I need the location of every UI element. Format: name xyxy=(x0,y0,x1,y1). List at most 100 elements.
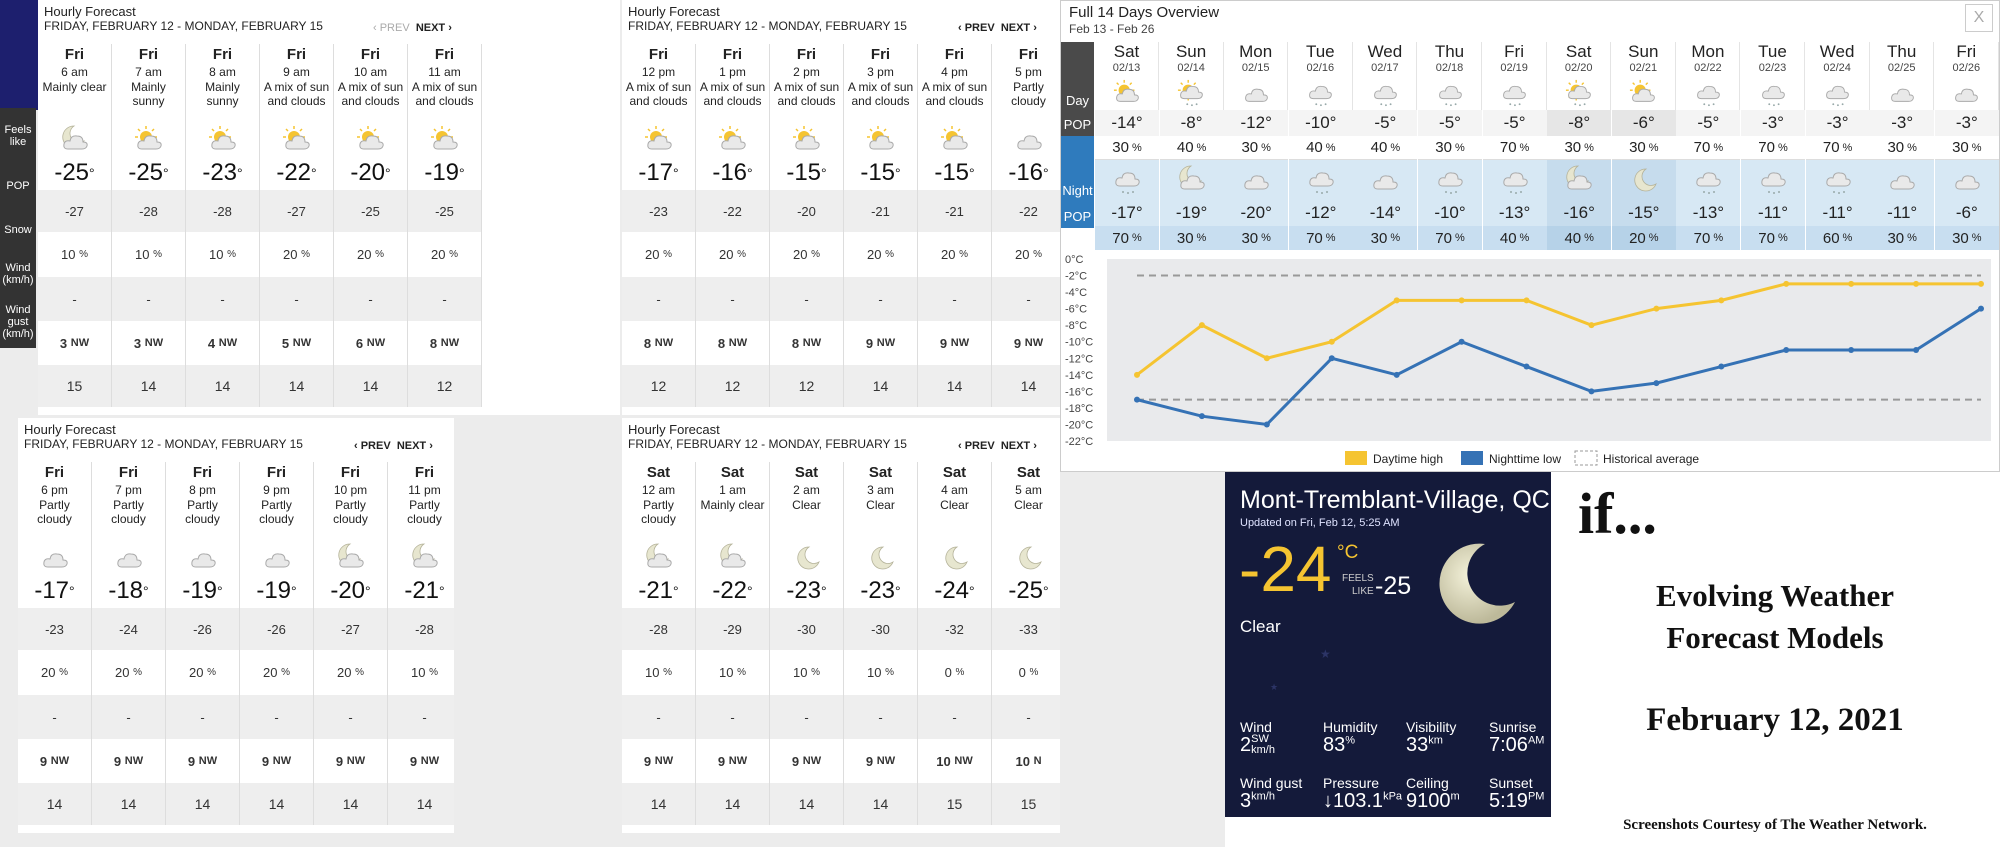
sun-cloud-icon xyxy=(622,124,695,156)
hour-time: 10 pm xyxy=(333,483,368,497)
hour-wind-gust: 14 xyxy=(918,365,991,407)
hour-time: 8 pm xyxy=(189,483,216,497)
pressure-label: Pressure xyxy=(1323,775,1380,791)
hour-condition: Partly cloudy xyxy=(111,498,146,526)
hour-pop: 20 % xyxy=(941,247,968,262)
hour-day: Fri xyxy=(796,45,817,63)
day-pop: 30% xyxy=(1224,136,1289,160)
moon-cloud-icon xyxy=(1547,160,1611,200)
hour-condition: Clear xyxy=(940,498,969,512)
day-pop: 30% xyxy=(1547,136,1612,160)
day-pop: 40% xyxy=(1159,136,1224,160)
hour-pop: 0 % xyxy=(1018,665,1039,680)
hour-wind-gust: 14 xyxy=(844,365,917,407)
sunrise-label: Sunrise xyxy=(1489,719,1537,735)
hour-pop: 10 % xyxy=(411,665,438,680)
hour-pop: 10 % xyxy=(867,665,894,680)
hour-pop: 20 % xyxy=(357,247,384,262)
day-high: -10° xyxy=(1288,110,1353,136)
night-pop: 40% xyxy=(1547,226,1612,250)
hour-day: Fri xyxy=(192,463,213,481)
daytime-high-legend-swatch xyxy=(1345,451,1367,465)
hour-wind-gust: 14 xyxy=(622,783,695,825)
hour-column: Fri 9 am A mix of sun and clouds -22 ° -2… xyxy=(260,44,334,407)
y-tick-label: -16°C xyxy=(1065,386,1093,398)
moon-icon xyxy=(1612,160,1676,200)
hour-day: Fri xyxy=(722,45,743,63)
updated-time: Updated on Fri, Feb 12, 5:25 AM xyxy=(1240,517,1400,529)
overview-date-range: Feb 13 - Feb 26 xyxy=(1069,22,1155,36)
prev-button[interactable]: ‹ PREV xyxy=(373,22,410,34)
hour-temperature: -20 ° xyxy=(330,577,371,604)
y-tick-label: -4°C xyxy=(1065,287,1087,299)
moon-icon xyxy=(992,542,1060,574)
row-label-gust: Wind gust (km/h) xyxy=(2,304,34,340)
hour-condition: Mainly sunny xyxy=(205,80,240,108)
hour-wind-gust: 14 xyxy=(112,365,185,407)
next-button[interactable]: NEXT › xyxy=(397,440,433,452)
night-pop: 70% xyxy=(1288,226,1353,250)
prev-button[interactable]: ‹ PREV xyxy=(958,22,995,34)
prev-button[interactable]: ‹ PREV xyxy=(354,440,391,452)
overview-title: Full 14 Days Overview xyxy=(1069,4,1220,21)
day-column: Mon 02/15 -12° 30% -20° 30% xyxy=(1224,42,1289,250)
hour-time: 5 am xyxy=(1015,483,1042,497)
hour-feels-like: -22 xyxy=(992,190,1060,232)
night-pop: 20% xyxy=(1611,226,1676,250)
moon-icon xyxy=(844,542,917,574)
next-button[interactable]: NEXT › xyxy=(1001,22,1037,34)
y-tick-label: 0°C xyxy=(1065,254,1084,266)
hour-wind: 8 NW xyxy=(643,335,674,351)
hour-column: Sat 3 am Clear -23 ° -30 10 % - 9 NW 14 xyxy=(844,462,918,825)
hour-feels-like: -33 xyxy=(992,608,1060,650)
hour-condition: Mainly sunny xyxy=(131,80,166,108)
nighttime-low-point xyxy=(1978,305,1984,312)
next-button[interactable]: NEXT › xyxy=(416,22,452,34)
y-tick-label: -2°C xyxy=(1065,271,1087,283)
hour-pop: 20 % xyxy=(263,665,290,680)
temperature-unit: °C xyxy=(1337,542,1359,563)
next-button[interactable]: NEXT › xyxy=(1001,440,1037,452)
hour-wind-gust: 15 xyxy=(38,365,111,407)
hour-wind-gust: 12 xyxy=(622,365,695,407)
day-pop: 30% xyxy=(1095,136,1159,160)
snow-cloud-icon xyxy=(1741,160,1805,200)
hour-wind: 9 NW xyxy=(643,753,674,769)
moon-cloud-icon xyxy=(1160,160,1224,200)
background-strip xyxy=(0,0,40,110)
hour-temperature: -24 ° xyxy=(934,577,975,604)
hour-snow: - xyxy=(166,695,239,739)
hour-pop: 20 % xyxy=(867,247,894,262)
close-button[interactable]: X xyxy=(1965,4,1993,32)
daytime-high-point xyxy=(1198,322,1205,329)
hour-temperature: -19 ° xyxy=(182,577,223,604)
cloud-icon xyxy=(18,542,91,574)
hour-wind: 10 NW xyxy=(936,753,973,769)
hour-column: Fri 8 am Mainly sunny -23 ° -28 10 % - 4 … xyxy=(186,44,260,407)
night-low: -6° xyxy=(1955,203,1978,222)
nighttime-low-point xyxy=(1393,371,1400,378)
day-column: Thu 02/18 -5° 30% -10° 70% xyxy=(1418,42,1482,250)
snow-cloud-icon xyxy=(1676,160,1740,200)
day-column: Sat 02/20 -8° 30% -16° 40% xyxy=(1547,42,1612,250)
hour-day: Fri xyxy=(212,45,233,63)
hour-temperature: -19 ° xyxy=(256,577,297,604)
day-column: Tue 02/16 -10° 40% -12° 70% xyxy=(1288,42,1353,250)
hour-condition: Partly cloudy xyxy=(259,498,294,526)
hour-day: Sat xyxy=(942,463,967,481)
hour-wind-gust: 12 xyxy=(696,365,769,407)
hour-temperature: -20 ° xyxy=(350,159,391,186)
sun-cloud-icon xyxy=(1095,76,1158,110)
hour-column: Sat 1 am Mainly clear -22 ° -29 10 % - 9 … xyxy=(696,462,770,825)
day-high: -5° xyxy=(1353,110,1418,136)
day-pop: 30% xyxy=(1418,136,1482,160)
hour-temperature: -22 ° xyxy=(712,577,753,604)
hour-column: Fri 4 pm A mix of sun and clouds -15 ° -2… xyxy=(918,44,992,407)
visibility-value: 33km xyxy=(1406,734,1443,756)
snow-cloud-icon xyxy=(1095,160,1159,200)
prev-button[interactable]: ‹ PREV xyxy=(958,440,995,452)
current-conditions-card: Mont-Tremblant-Village, QC Updated on Fr… xyxy=(1225,472,1551,817)
y-tick-label: -6°C xyxy=(1065,304,1087,316)
hour-snow: - xyxy=(844,277,917,321)
hour-temperature: -25 ° xyxy=(128,159,169,186)
